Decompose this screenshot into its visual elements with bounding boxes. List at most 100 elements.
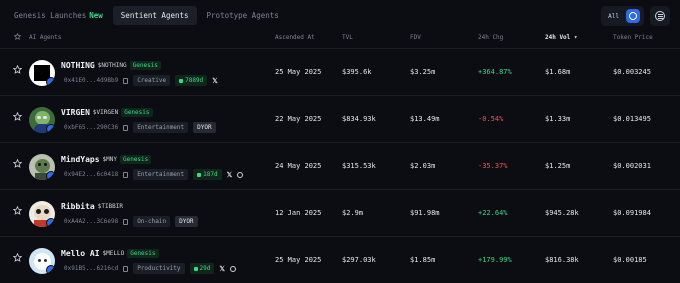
col-header-24h-vol[interactable]: 24h Vol ▾ <box>545 34 578 41</box>
contract-address: 0x94E2...6c0418 <box>64 171 119 178</box>
category-tag: Entertainment <box>133 122 189 133</box>
agent-name[interactable]: Mello AI <box>61 249 100 258</box>
lock-badge: 7889d <box>175 75 208 86</box>
copy-icon[interactable] <box>123 171 129 178</box>
genesis-badge: Genesis <box>119 155 152 164</box>
volume-value: $1.25m <box>545 162 571 170</box>
price-value: $0.00185 <box>613 256 647 264</box>
lock-icon <box>197 172 202 177</box>
ascended-date: 25 May 2025 <box>275 68 322 76</box>
verified-badge-icon <box>46 124 55 133</box>
verified-badge-icon <box>46 218 55 227</box>
tab-genesis-launches[interactable]: Genesis Launches New <box>6 6 111 25</box>
genesis-badge: Genesis <box>127 249 159 258</box>
price-value: $0.003245 <box>613 68 651 76</box>
avatar <box>29 201 55 227</box>
verified-badge-icon <box>46 77 55 86</box>
table-row[interactable]: Ribbita $TIBBIR 0xA4A2...3C6e98 On-chain… <box>0 189 680 236</box>
all-chains-option[interactable]: All <box>605 13 622 20</box>
x-twitter-icon[interactable]: 𝕏 <box>212 77 218 85</box>
lock-badge: 29d <box>189 263 215 274</box>
x-twitter-icon[interactable]: 𝕏 <box>219 265 225 273</box>
lock-duration: 187d <box>203 171 218 178</box>
lock-duration: 7889d <box>185 77 204 84</box>
agent-name[interactable]: Ribbita <box>61 202 95 211</box>
table-row[interactable]: MindYaps $MNY Genesis 0x94E2...6c0418 En… <box>0 142 680 189</box>
fdv-value: $2.03m <box>410 162 436 170</box>
fdv-value: $91.98m <box>410 209 440 217</box>
col-header-agents: AI Agents <box>29 33 62 41</box>
volume-value: $1.68m <box>545 68 571 76</box>
copy-icon[interactable] <box>123 265 129 272</box>
dyor-badge: DYOR <box>175 216 198 227</box>
lock-icon <box>193 266 198 271</box>
contract-address: 0x41E0...4d9Bb9 <box>64 77 119 84</box>
volume-value: $1.33m <box>545 115 571 123</box>
copy-icon[interactable] <box>123 77 129 84</box>
base-chain-icon[interactable] <box>626 9 640 23</box>
tvl-value: $2.9m <box>342 209 364 217</box>
verified-badge-icon <box>46 171 55 180</box>
contract-address: 0xbF65...290C36 <box>64 124 119 131</box>
change-value: -35.37% <box>478 162 508 170</box>
col-header-ascended[interactable]: Ascended At <box>275 34 315 41</box>
avatar <box>29 107 55 133</box>
agents-table: NOTHING $NOTHING Genesis 0x41E0...4d9Bb9… <box>0 48 680 283</box>
website-globe-icon[interactable] <box>237 171 244 178</box>
change-value: +179.99% <box>478 256 512 264</box>
category-tag: Creative <box>133 75 171 86</box>
lock-icon <box>179 78 184 83</box>
col-header-label: 24h Vol <box>545 33 571 41</box>
category-tag: On-chain <box>133 216 171 227</box>
agent-name[interactable]: NOTHING <box>61 61 95 70</box>
copy-icon[interactable] <box>123 218 129 225</box>
ascended-date: 22 May 2025 <box>275 115 322 123</box>
avatar <box>29 248 55 274</box>
top-bar: Genesis Launches New Sentient Agents Prot… <box>0 0 680 30</box>
fdv-value: $1.85m <box>410 256 436 264</box>
star-icon[interactable] <box>13 159 22 168</box>
table-header: AI Agents Ascended At TVL FDV 24h Chg 24… <box>0 30 680 44</box>
copy-icon[interactable] <box>123 124 129 131</box>
avatar <box>29 154 55 180</box>
agent-name[interactable]: VIRGEN <box>61 108 90 117</box>
change-value: +22.64% <box>478 209 508 217</box>
list-menu-icon <box>655 11 665 21</box>
col-header-price[interactable]: Token Price <box>613 34 653 41</box>
col-header-tvl[interactable]: TVL <box>342 34 353 41</box>
lock-duration: 29d <box>199 265 211 272</box>
star-icon[interactable] <box>13 253 22 262</box>
website-globe-icon[interactable] <box>230 265 237 272</box>
col-header-fdv[interactable]: FDV <box>410 34 421 41</box>
volume-value: $816.38k <box>545 256 579 264</box>
col-header-24h-chg[interactable]: 24h Chg <box>478 34 503 41</box>
new-badge: New <box>89 10 103 20</box>
ascended-date: 24 May 2025 <box>275 162 322 170</box>
star-icon[interactable] <box>14 33 21 40</box>
tab-label: Prototype Agents <box>206 10 279 20</box>
star-icon[interactable] <box>13 112 22 121</box>
star-icon[interactable] <box>13 65 22 74</box>
table-row[interactable]: Mello AI $MELLO Genesis 0x91B5...6216cd … <box>0 236 680 283</box>
star-icon[interactable] <box>13 206 22 215</box>
price-value: $0.091984 <box>613 209 651 217</box>
chain-filter[interactable]: All <box>601 6 644 26</box>
contract-address: 0x91B5...6216cd <box>64 265 119 272</box>
lock-badge: 187d <box>193 169 222 180</box>
volume-value: $945.28k <box>545 209 579 217</box>
contract-address: 0xA4A2...3C6e98 <box>64 218 119 225</box>
x-twitter-icon[interactable]: 𝕏 <box>227 171 233 179</box>
list-menu-button[interactable] <box>650 6 670 26</box>
table-row[interactable]: NOTHING $NOTHING Genesis 0x41E0...4d9Bb9… <box>0 48 680 95</box>
avatar <box>29 60 55 86</box>
tab-bar: Genesis Launches New Sentient Agents Prot… <box>6 5 287 25</box>
tvl-value: $395.6k <box>342 68 372 76</box>
agent-ticker: $TIBBIR <box>97 203 124 210</box>
table-row[interactable]: VIRGEN $VIRGEN Genesis 0xbF65...290C36 E… <box>0 95 680 142</box>
tab-label: Sentient Agents <box>120 10 189 20</box>
tab-sentient-agents[interactable]: Sentient Agents <box>112 5 197 25</box>
agent-ticker: $NOTHING <box>97 62 127 69</box>
agent-name[interactable]: MindYaps <box>61 155 100 164</box>
tab-prototype-agents[interactable]: Prototype Agents <box>199 6 287 25</box>
price-value: $0.002031 <box>613 162 651 170</box>
